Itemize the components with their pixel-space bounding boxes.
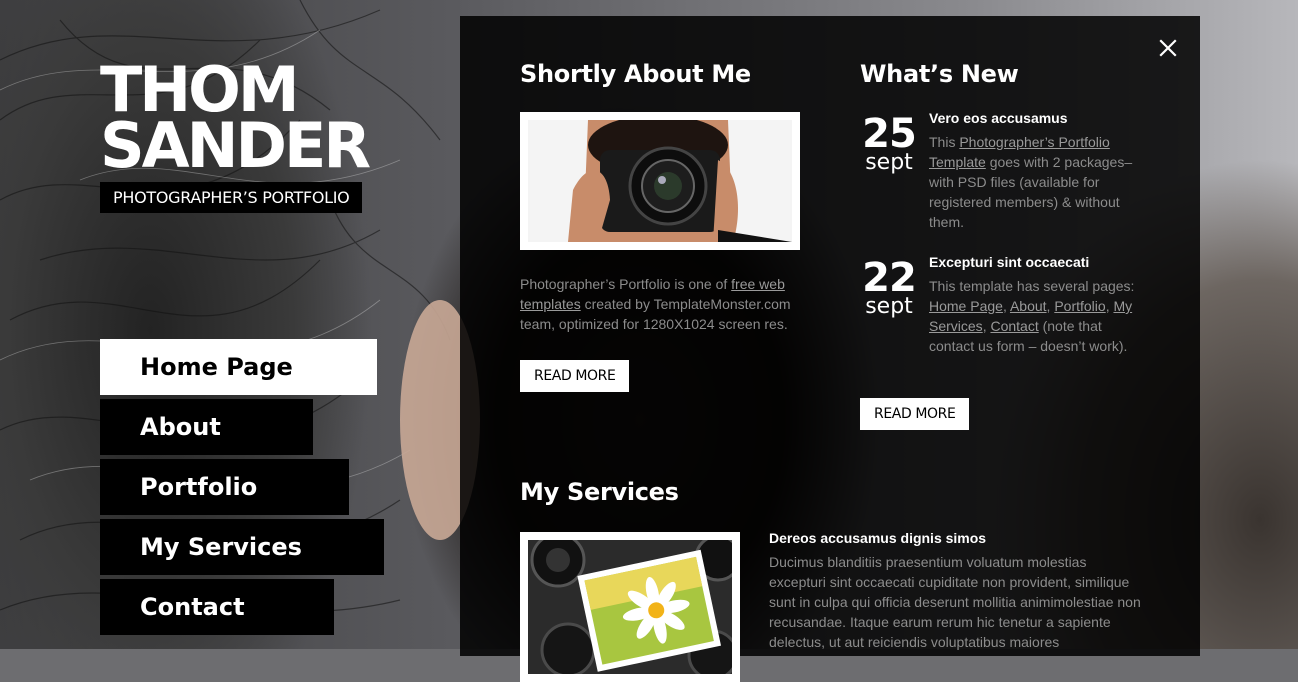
news-title: Excepturi sint occaecati	[929, 254, 1090, 270]
news-item: 22 sept Excepturi sint occaecati This te…	[860, 252, 1150, 398]
nav-item-contact[interactable]: Contact	[100, 579, 334, 635]
news-month: sept	[865, 150, 913, 175]
site-logo[interactable]: THOM SANDER PHOTOGRAPHER’S PORTFOLIO	[100, 59, 390, 213]
link-about[interactable]: About	[1010, 298, 1047, 314]
about-heading: Shortly About Me	[520, 60, 751, 88]
content-panel: Shortly About Me Photographer’s Portfoli…	[460, 16, 1200, 682]
about-read-more-button[interactable]: READ MORE	[520, 360, 630, 392]
logo-line-2: SANDER	[100, 109, 371, 182]
nav-item-home[interactable]: Home Page	[100, 339, 377, 395]
services-heading: My Services	[520, 478, 679, 506]
link-contact[interactable]: Contact	[990, 318, 1038, 334]
nav-item-my-services[interactable]: My Services	[100, 519, 384, 575]
whats-new-section: What’s New 25 sept Vero eos accusamus Th…	[860, 56, 1150, 430]
about-text-pre: Photographer’s Portfolio is one of	[520, 276, 732, 292]
news-day: 25	[862, 111, 917, 157]
whats-new-heading: What’s New	[860, 60, 1019, 88]
about-photo	[520, 112, 800, 250]
services-text: Ducimus blanditiis praesentium voluatum …	[769, 554, 1141, 650]
link-portfolio[interactable]: Portfolio	[1054, 298, 1105, 314]
services-title: Dereos accusamus dignis simos	[769, 530, 987, 546]
link-home-page[interactable]: Home Page	[929, 298, 1003, 314]
news-read-more-button[interactable]: READ MORE	[860, 398, 970, 430]
lenses-photo	[528, 540, 732, 674]
news-text-pre: This template has several pages:	[929, 278, 1135, 294]
news-date: 25 sept	[860, 114, 918, 174]
news-text-pre: This	[929, 134, 960, 150]
news-day: 22	[862, 255, 917, 301]
main-nav: Home Page About Portfolio My Services Co…	[100, 339, 384, 639]
about-section: Shortly About Me Photographer’s Portfoli…	[520, 56, 810, 392]
nav-item-portfolio[interactable]: Portfolio	[100, 459, 349, 515]
news-text: This template has several pages: Home Pa…	[929, 278, 1135, 354]
camera-photo	[528, 120, 792, 242]
news-month: sept	[865, 294, 913, 319]
news-item: 25 sept Vero eos accusamus This Photogra…	[860, 108, 1150, 252]
logo-tagline: PHOTOGRAPHER’S PORTFOLIO	[100, 182, 363, 213]
nav-item-about[interactable]: About	[100, 399, 313, 455]
close-icon[interactable]	[1158, 38, 1178, 58]
news-title: Vero eos accusamus	[929, 110, 1068, 126]
about-text: Photographer’s Portfolio is one of free …	[520, 274, 810, 334]
services-photo	[520, 532, 740, 682]
news-text: This Photographer’s Portfolio Template g…	[929, 132, 1144, 232]
services-section: My Services Dereos accusamus dignis simo…	[520, 474, 1160, 682]
news-date: 22 sept	[860, 258, 918, 318]
